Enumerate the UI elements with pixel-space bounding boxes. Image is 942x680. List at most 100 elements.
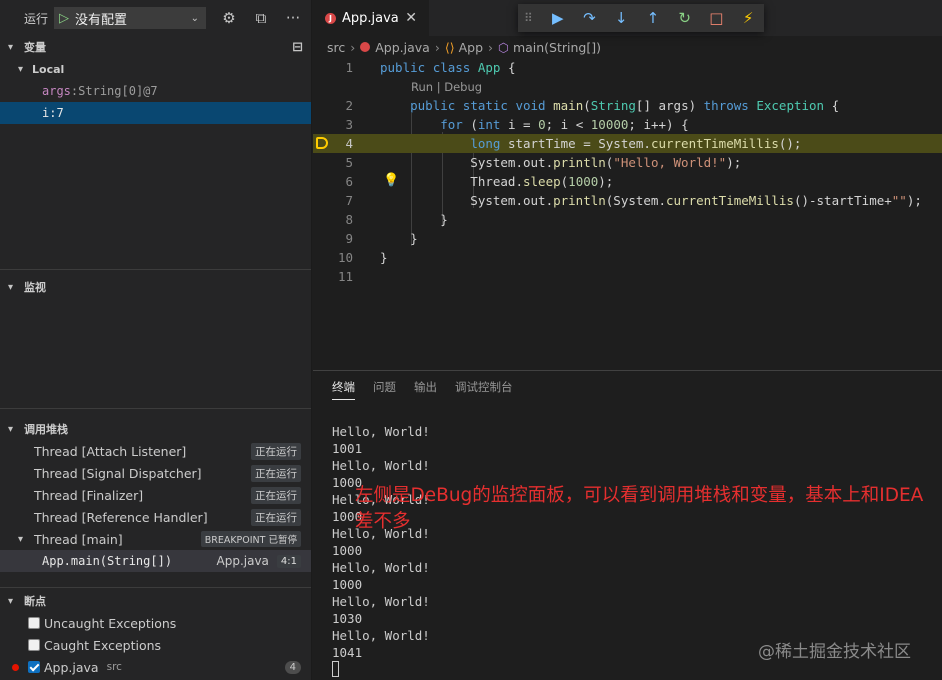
terminal-line: 1000 bbox=[332, 543, 363, 558]
thread-row[interactable]: Thread [Signal Dispatcher] 正在运行 bbox=[0, 462, 311, 484]
breakpoint-checkbox[interactable] bbox=[28, 639, 40, 651]
terminal-line: 1041 bbox=[332, 645, 363, 660]
code-line: 9 } bbox=[313, 229, 942, 248]
current-execution-line: 4 long startTime = System.currentTimeMil… bbox=[313, 134, 942, 153]
chevron-right-icon: › bbox=[350, 39, 356, 55]
step-out-icon[interactable]: ↑ bbox=[637, 9, 669, 27]
play-icon[interactable]: ▷ bbox=[59, 11, 69, 26]
class-icon: ⟨⟩ bbox=[444, 39, 455, 55]
thread-row-main[interactable]: ▾ Thread [main] BREAKPOINT 已暂停 bbox=[0, 528, 311, 550]
collapse-all-icon[interactable]: ⊟ bbox=[292, 40, 303, 55]
local-scope[interactable]: ▾ Local bbox=[0, 58, 311, 80]
watch-title: 监视 bbox=[24, 281, 46, 294]
breakpoint-line-badge: 4 bbox=[284, 660, 301, 674]
line-number: 3 bbox=[345, 117, 353, 132]
tab-terminal[interactable]: 终端 bbox=[332, 379, 355, 400]
step-over-icon[interactable]: ↷ bbox=[574, 9, 606, 27]
terminal-line: Hello, World! bbox=[332, 560, 430, 575]
line-number: 7 bbox=[345, 193, 353, 208]
more-actions-icon[interactable]: ··· bbox=[284, 9, 302, 27]
variable-colon: : bbox=[70, 84, 79, 98]
chevron-down-icon[interactable]: ▾ bbox=[8, 424, 24, 435]
launch-config-name: 没有配置 bbox=[75, 12, 128, 28]
java-file-icon bbox=[360, 42, 371, 52]
breakpoint-checkbox[interactable] bbox=[28, 617, 40, 629]
terminal-cursor bbox=[332, 661, 339, 677]
line-number: 5 bbox=[345, 155, 353, 170]
thread-row[interactable]: Thread [Attach Listener] 正在运行 bbox=[0, 440, 311, 462]
breakpoint-file-folder: src bbox=[106, 661, 122, 673]
variable-colon: : bbox=[49, 106, 57, 120]
terminal-line: Hello, World! bbox=[332, 458, 430, 473]
run-label: 运行 bbox=[24, 11, 49, 26]
launch-config-select[interactable]: ▷ 没有配置 ⌄ bbox=[54, 7, 207, 29]
thread-name: Thread [main] bbox=[34, 531, 123, 547]
continue-icon[interactable]: ▶ bbox=[542, 9, 574, 27]
chevron-down-icon[interactable]: ▾ bbox=[8, 282, 24, 293]
codelens-run-debug[interactable]: Run | Debug bbox=[411, 80, 482, 94]
step-into-icon[interactable]: ↓ bbox=[605, 9, 637, 27]
chevron-down-icon[interactable]: ⌄ bbox=[191, 13, 199, 24]
terminal-line: 1001 bbox=[332, 441, 363, 456]
terminal-output[interactable]: Hello, World! 1001 Hello, World! 1000 He… bbox=[332, 423, 430, 678]
gear-icon[interactable]: ⚙ bbox=[220, 9, 238, 27]
stack-frame-name: App.main(String[]) bbox=[42, 554, 173, 568]
thread-name: Thread [Signal Dispatcher] bbox=[34, 465, 202, 481]
code-editor[interactable]: 1 public class App { Run | Debug 2 publi… bbox=[313, 58, 942, 286]
debug-toolbar: ⠿ ▶ ↷ ↓ ↑ ↻ □ ⚡ bbox=[518, 4, 764, 32]
chevron-down-icon[interactable]: ▾ bbox=[8, 596, 24, 607]
breakpoint-label: Uncaught Exceptions bbox=[44, 615, 177, 631]
variable-row-selected[interactable]: i : 7 bbox=[0, 102, 311, 124]
breadcrumb-item[interactable]: App bbox=[459, 40, 483, 55]
breakpoints-section-header[interactable]: ▾ 断点 bbox=[0, 590, 311, 612]
editor-area: J App.java ✕ src › App.java › ⟨⟩ App › ⬡… bbox=[313, 0, 942, 370]
tab-output[interactable]: 输出 bbox=[414, 379, 437, 399]
codelens[interactable]: Run | Debug bbox=[313, 77, 942, 96]
chevron-down-icon[interactable]: ▾ bbox=[18, 64, 32, 75]
terminal-line: Hello, World! bbox=[332, 628, 430, 643]
chevron-down-icon[interactable]: ▾ bbox=[8, 42, 24, 53]
stack-frame-row[interactable]: App.main(String[]) App.java 4:1 bbox=[0, 550, 311, 572]
restart-icon[interactable]: ↻ bbox=[669, 9, 701, 27]
variable-row[interactable]: args : String[0]@7 bbox=[0, 80, 311, 102]
tab-debug-console[interactable]: 调试控制台 bbox=[455, 379, 513, 399]
thread-row[interactable]: Thread [Finalizer] 正在运行 bbox=[0, 484, 311, 506]
code-line: 5 System.out.println("Hello, World!"); bbox=[313, 153, 942, 172]
breakpoint-file-row[interactable]: App.java src 4 bbox=[0, 656, 311, 678]
drag-handle-icon[interactable]: ⠿ bbox=[524, 11, 542, 25]
close-icon[interactable]: ✕ bbox=[405, 10, 417, 26]
line-number: 1 bbox=[345, 60, 353, 75]
code-line: 6 💡 Thread.sleep(1000); bbox=[313, 172, 942, 191]
debug-console-icon[interactable]: ⧉ bbox=[252, 9, 270, 27]
line-number: 8 bbox=[345, 212, 353, 227]
variable-name: args bbox=[42, 84, 71, 98]
stack-frame-position: 4:1 bbox=[276, 554, 301, 568]
call-stack-section-header[interactable]: ▾ 调用堆栈 bbox=[0, 418, 311, 440]
chevron-down-icon[interactable]: ▾ bbox=[18, 534, 34, 545]
breadcrumb-item[interactable]: main(String[]) bbox=[513, 40, 601, 55]
tab-problems[interactable]: 问题 bbox=[373, 379, 396, 399]
stop-icon[interactable]: □ bbox=[701, 9, 733, 27]
breadcrumb-item[interactable]: src bbox=[327, 40, 345, 55]
line-number: 2 bbox=[345, 98, 353, 113]
line-number: 4 bbox=[345, 136, 353, 151]
thread-status-badge: 正在运行 bbox=[251, 486, 301, 504]
breakpoint-row[interactable]: Uncaught Exceptions bbox=[0, 612, 311, 634]
annotation-text: 左侧是DeBug的监控面板，可以看到调用堆栈和变量，基本上和IDEA差不多 bbox=[355, 485, 924, 532]
variables-section-header[interactable]: ▾ 变量 ⊟ bbox=[0, 36, 311, 58]
hot-code-replace-icon[interactable]: ⚡ bbox=[732, 9, 764, 27]
variable-value: 7 bbox=[56, 106, 64, 120]
breakpoint-row[interactable]: Caught Exceptions bbox=[0, 634, 311, 656]
breadcrumb-item[interactable]: App.java bbox=[375, 40, 430, 55]
code-line: 8 } bbox=[313, 210, 942, 229]
chevron-right-icon: › bbox=[488, 39, 494, 55]
terminal-line: Hello, World! bbox=[332, 594, 430, 609]
thread-row[interactable]: Thread [Reference Handler] 正在运行 bbox=[0, 506, 311, 528]
breakpoint-dot-icon bbox=[12, 663, 19, 671]
line-number: 9 bbox=[345, 231, 353, 246]
editor-tab-app-java[interactable]: J App.java ✕ bbox=[313, 0, 429, 36]
watch-section-header[interactable]: ▾ 监视 bbox=[0, 276, 311, 298]
watermark: @稀土掘金技术社区 bbox=[758, 642, 911, 662]
breakpoint-checkbox[interactable] bbox=[28, 661, 40, 673]
breakpoint-label: Caught Exceptions bbox=[44, 637, 162, 653]
